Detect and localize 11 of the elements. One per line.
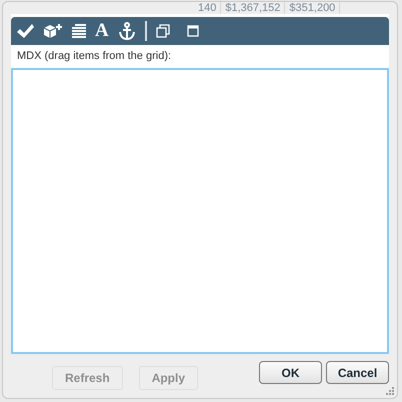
anchor-icon[interactable] xyxy=(118,22,136,40)
check-icon[interactable] xyxy=(16,23,34,39)
font-icon[interactable]: A xyxy=(95,21,109,41)
cube-plus-icon[interactable] xyxy=(43,23,63,39)
resize-grip-icon[interactable] xyxy=(386,387,394,395)
cancel-button[interactable]: Cancel xyxy=(326,361,389,384)
window-icon[interactable] xyxy=(186,25,199,37)
ok-button[interactable]: OK xyxy=(259,361,322,384)
editor-label: MDX (drag items from the grid): xyxy=(16,49,172,64)
lines-icon[interactable] xyxy=(72,23,86,39)
windows-icon[interactable] xyxy=(156,24,170,38)
